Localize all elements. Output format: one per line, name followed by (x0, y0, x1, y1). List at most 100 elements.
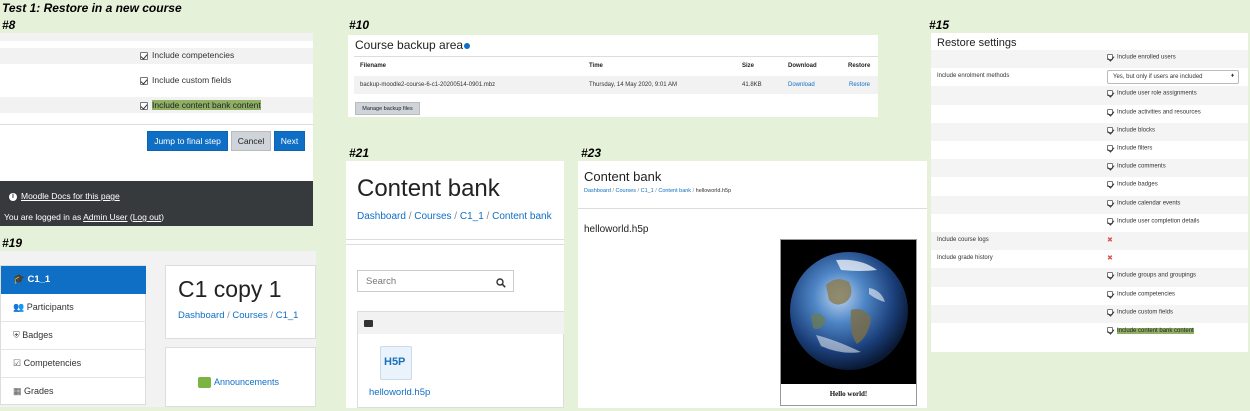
breadcrumb-course[interactable]: C1_1 (460, 211, 484, 222)
checkbox-icon[interactable] (140, 51, 148, 60)
restore-setting-row: Include user completion details (931, 214, 1248, 232)
checkbox-icon[interactable] (1107, 308, 1113, 315)
content-bank-title: Content bank (584, 169, 662, 184)
checkbox-icon[interactable] (1107, 90, 1113, 97)
breadcrumb-dashboard[interactable]: Dashboard (584, 188, 611, 194)
restore-setting-row: Include custom fields (931, 304, 1248, 323)
search-input[interactable]: Search (366, 276, 396, 287)
option-competencies[interactable]: Include competencies (140, 50, 234, 60)
restore-setting-row: Include competencies (931, 287, 1248, 305)
breadcrumb: Dashboard / Courses / C1_1 / Content ban… (357, 211, 552, 222)
logout-link[interactable]: Log out (133, 212, 161, 222)
nav-item-competencies[interactable]: ☑ Competencies (1, 350, 146, 378)
nav-item-grades[interactable]: ▦ Grades (1, 378, 146, 406)
panel-restore-settings-15: Restore settings Include enrolled users I… (931, 33, 1248, 352)
restore-setting-row: Include content bank content (931, 323, 1248, 341)
users-icon: 👥 (13, 302, 25, 312)
checkbox-icon[interactable] (1107, 327, 1113, 333)
checkbox-icon[interactable] (1107, 126, 1113, 133)
breadcrumb-courses[interactable]: Courses (616, 188, 636, 194)
checkbox-icon[interactable] (140, 101, 148, 110)
restore-setting-row: Include grade history ✖ (931, 250, 1248, 268)
restore-setting-row: Include calendar events (931, 195, 1248, 214)
checkbox-icon: ☑ (13, 358, 22, 368)
forum-icon (198, 377, 211, 389)
checkbox-icon[interactable] (1107, 199, 1113, 206)
setting-label: Include enrolment methods (937, 73, 1010, 80)
nav-item-badges[interactable]: ⛨ Badges (1, 322, 146, 350)
setting-checkbox[interactable]: Include groups and groupings (1107, 272, 1196, 279)
enrolment-methods-select[interactable]: Yes, but only if users are included ♦ (1107, 70, 1239, 85)
checkbox-icon[interactable] (1107, 217, 1113, 224)
setting-checkbox[interactable]: Include competencies (1107, 290, 1175, 297)
course-nav: 🎓 C1_1 👥 Participants ⛨ Badges ☑ Compete… (0, 265, 146, 405)
h5p-content-frame[interactable]: Hello world! (780, 239, 917, 406)
option-content-bank[interactable]: Include content bank content (140, 100, 261, 110)
breadcrumb-dashboard[interactable]: Dashboard (178, 310, 224, 321)
restore-setting-row: Include activities and resources (931, 105, 1248, 123)
page-title: Test 1: Restore in a new course (2, 1, 182, 15)
setting-checkbox[interactable]: Include user role assignments (1107, 90, 1197, 97)
restore-setting-row: Include badges (931, 177, 1248, 195)
breadcrumb-file: helloworld.h5p (695, 188, 732, 194)
restore-link[interactable]: Restore (849, 82, 870, 88)
cancel-button[interactable]: Cancel (231, 131, 271, 151)
checkbox-icon[interactable] (1107, 272, 1113, 279)
earth-image (781, 240, 916, 384)
checkbox-icon[interactable] (1107, 181, 1113, 188)
label-23: #23 (581, 146, 602, 160)
setting-checkbox[interactable]: Include content bank content (1107, 327, 1194, 334)
folder-icon (364, 320, 373, 327)
search-box[interactable]: Search (357, 270, 514, 292)
checkbox-icon[interactable] (1107, 145, 1113, 151)
nav-item-participants[interactable]: 👥 Participants (1, 294, 146, 322)
setting-checkbox[interactable]: Include enrolled users (1107, 54, 1176, 61)
h5p-file-icon[interactable]: H5P (380, 346, 412, 380)
graduation-cap-icon: 🎓 (13, 274, 25, 285)
backup-table-header: Filename Time Size Download Restore (360, 63, 871, 69)
checkbox-icon[interactable] (1107, 54, 1113, 60)
restore-setting-row: Include user role assignments (931, 86, 1248, 105)
breadcrumb-courses[interactable]: Courses (232, 310, 267, 321)
setting-checkbox[interactable]: Include user completion details (1107, 217, 1199, 224)
breadcrumb-course[interactable]: C1_1 (641, 188, 654, 194)
label-10: #10 (349, 18, 370, 32)
nav-item-c1[interactable]: 🎓 C1_1 (1, 266, 146, 294)
backup-filename: backup-moodle2-course-6-c1-20200514-0901… (360, 82, 496, 88)
table-icon: ▦ (13, 386, 22, 396)
search-icon[interactable] (496, 275, 506, 288)
moodle-docs-link[interactable]: Moodle Docs for this page (21, 191, 120, 201)
file-link[interactable]: helloworld.h5p (369, 387, 430, 398)
setting-checkbox[interactable]: Include calendar events (1107, 199, 1180, 206)
setting-checkbox[interactable]: Include filters (1107, 145, 1152, 152)
breadcrumb-course[interactable]: C1_1 (276, 310, 299, 321)
download-link[interactable]: Download (788, 82, 815, 88)
jump-to-final-step-button[interactable]: Jump to final step (147, 131, 228, 151)
setting-checkbox[interactable]: Include badges (1107, 181, 1158, 188)
setting-checkbox[interactable]: Include comments (1107, 163, 1166, 170)
announcements-item[interactable]: Announcements (198, 377, 279, 389)
restore-settings-title: Restore settings (937, 37, 1017, 49)
breadcrumb-courses[interactable]: Courses (414, 211, 451, 222)
backup-size: 41.8KB (742, 82, 762, 88)
checkbox-icon[interactable] (1107, 108, 1113, 115)
breadcrumb-content-bank[interactable]: Content bank (492, 211, 552, 222)
checkbox-icon[interactable] (1107, 163, 1113, 170)
option-custom-fields[interactable]: Include custom fields (140, 75, 231, 85)
checkbox-icon[interactable] (1107, 290, 1113, 297)
setting-checkbox[interactable]: Include blocks (1107, 126, 1155, 133)
user-link[interactable]: Admin User (83, 212, 127, 222)
checkbox-icon[interactable] (140, 76, 148, 85)
manage-backup-files-button[interactable]: Manage backup files (355, 102, 420, 115)
label-15: #15 (929, 18, 950, 32)
next-button[interactable]: Next (274, 131, 305, 151)
setting-checkbox[interactable]: Include activities and resources (1107, 108, 1201, 115)
breadcrumb-content-bank[interactable]: Content bank (658, 188, 691, 194)
help-icon[interactable] (464, 42, 471, 49)
setting-checkbox[interactable]: Include custom fields (1107, 308, 1173, 315)
cross-icon: ✖ (1107, 255, 1113, 263)
breadcrumb-dashboard[interactable]: Dashboard (357, 211, 406, 222)
panel-course-19: 🎓 C1_1 👥 Participants ⛨ Badges ☑ Compete… (0, 251, 316, 407)
restore-setting-row: Include enrolled users (931, 50, 1248, 69)
panel-content-view-23: Content bank Dashboard / Courses / C1_1 … (578, 161, 927, 408)
